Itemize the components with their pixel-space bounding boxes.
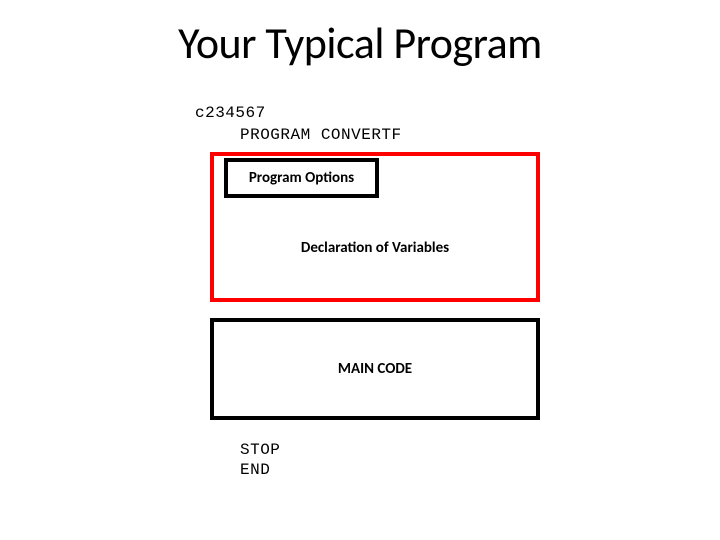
slide-title: Your Typical Program — [0, 16, 720, 70]
slide: Your Typical Program c234567 PROGRAM CON… — [0, 0, 720, 540]
program-statement: PROGRAM CONVERTF — [240, 126, 402, 144]
stop-end-block: STOP END — [240, 440, 280, 480]
main-code-box: MAIN CODE — [210, 318, 540, 420]
main-code-label: MAIN CODE — [338, 360, 412, 378]
end-statement: END — [240, 460, 280, 480]
declaration-label: Declaration of Variables — [301, 239, 449, 257]
column-label: c234567 — [195, 104, 266, 122]
program-options-label: Program Options — [249, 169, 354, 187]
stop-statement: STOP — [240, 440, 280, 460]
program-options-box: Program Options — [224, 158, 379, 198]
